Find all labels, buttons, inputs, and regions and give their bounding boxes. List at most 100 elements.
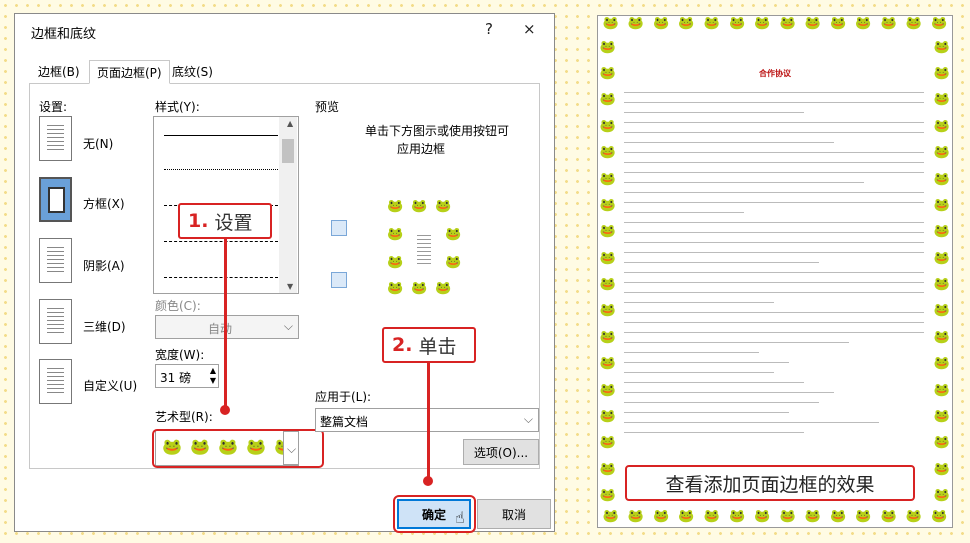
- dialog-title: 边框和底纹: [31, 27, 97, 42]
- frog-icon: 🐸: [387, 281, 404, 296]
- cancel-button[interactable]: 取消: [477, 499, 551, 529]
- frog-icon: 🐸: [880, 509, 897, 524]
- setting-none[interactable]: 无(N): [83, 135, 113, 152]
- frog-icon: 🐸: [602, 16, 619, 31]
- highlight-art: [152, 429, 324, 468]
- frog-icon: 🐸: [933, 329, 951, 345]
- callout-step-2-number: 2.: [392, 334, 413, 356]
- preview-hint-2: 应用边框: [397, 142, 446, 156]
- color-label: 颜色(C):: [155, 299, 201, 313]
- help-button[interactable]: ?: [485, 20, 493, 38]
- frog-icon: 🐸: [933, 145, 951, 161]
- frog-icon: 🐸: [599, 118, 617, 134]
- frog-icon: 🐸: [599, 303, 617, 319]
- frog-icon: 🐸: [435, 281, 452, 296]
- document-title: 合作协议: [759, 69, 791, 78]
- frog-icon: 🐸: [599, 488, 617, 504]
- frog-icon: 🐸: [728, 509, 746, 524]
- scroll-down-icon[interactable]: ▼: [287, 282, 293, 291]
- frog-icon: 🐸: [602, 509, 619, 524]
- frog-icon: 🐸: [933, 118, 951, 134]
- setting-box[interactable]: 方框(X): [83, 195, 125, 212]
- frog-icon: 🐸: [933, 435, 951, 451]
- style-label: 样式(Y):: [155, 100, 200, 114]
- frog-icon: 🐸: [779, 16, 796, 31]
- frog-icon: 🐸: [678, 509, 695, 524]
- frog-icon: 🐸: [599, 329, 617, 345]
- apply-value: 整篇文档: [320, 415, 369, 429]
- frog-icon: 🐸: [933, 171, 951, 187]
- callout-connector-1: [224, 239, 227, 409]
- frog-icon: 🐸: [933, 250, 951, 266]
- tab-shading[interactable]: 底纹(S): [165, 60, 220, 84]
- setting-box-icon[interactable]: [39, 177, 72, 222]
- frog-icon: 🐸: [411, 199, 428, 214]
- frog-icon: 🐸: [599, 277, 617, 293]
- frog-icon: 🐸: [435, 199, 452, 214]
- callout-step-2-text: 单击: [418, 335, 457, 358]
- frog-icon: 🐸: [905, 16, 923, 31]
- preview-page[interactable]: 🐸 🐸 🐸 🐸 🐸 🐸 🐸 🐸 🐸 🐸: [387, 199, 463, 299]
- callout-dot-1: [220, 405, 230, 415]
- frog-icon: 🐸: [387, 227, 404, 242]
- settings-label: 设置:: [39, 100, 68, 114]
- frog-icon: 🐸: [933, 356, 951, 372]
- frog-icon: 🐸: [678, 16, 695, 31]
- frog-icon: 🐸: [933, 277, 951, 293]
- frog-icon: 🐸: [599, 461, 617, 477]
- frog-icon: 🐸: [933, 488, 951, 504]
- setting-none-icon[interactable]: [39, 116, 72, 161]
- color-dropdown[interactable]: 自动 ⌵: [155, 315, 299, 339]
- setting-custom[interactable]: 自定义(U): [83, 377, 137, 394]
- frog-icon: 🐸: [387, 199, 404, 214]
- cursor-icon: ☝: [455, 508, 465, 527]
- frog-icon: 🐸: [653, 16, 670, 31]
- frog-icon: 🐸: [599, 224, 617, 240]
- frog-icon: 🐸: [933, 92, 951, 108]
- bottom-border-button[interactable]: [331, 272, 347, 288]
- chevron-down-icon: ⌵: [523, 412, 533, 426]
- setting-shadow-icon[interactable]: [39, 238, 72, 283]
- stepper-down-icon[interactable]: ▼: [210, 376, 216, 385]
- stepper-up-icon[interactable]: ▲: [210, 366, 216, 375]
- frog-icon: 🐸: [905, 509, 923, 524]
- frog-icon: 🐸: [599, 171, 617, 187]
- frog-icon: 🐸: [703, 16, 720, 31]
- setting-3d[interactable]: 三维(D): [83, 318, 126, 335]
- setting-shadow[interactable]: 阴影(A): [83, 257, 125, 274]
- tab-page-border[interactable]: 页面边框(P): [89, 60, 170, 84]
- setting-custom-icon[interactable]: [39, 359, 72, 404]
- frog-icon: 🐸: [933, 39, 951, 55]
- frog-icon: 🐸: [599, 408, 617, 424]
- color-value: 自动: [208, 322, 233, 336]
- top-border-button[interactable]: [331, 220, 347, 236]
- scroll-up-icon[interactable]: ▲: [287, 119, 293, 128]
- frog-icon: 🐸: [933, 197, 951, 213]
- frog-icon: 🐸: [933, 224, 951, 240]
- callout-connector-2: [427, 363, 430, 478]
- frog-icon: 🐸: [931, 509, 948, 524]
- options-button[interactable]: 选项(O)...: [463, 439, 539, 465]
- callout-step-1-number: 1.: [188, 210, 209, 232]
- style-scrollbar[interactable]: [279, 117, 297, 293]
- frog-icon: 🐸: [445, 255, 462, 270]
- width-stepper[interactable]: 31 磅 ▲ ▼: [155, 364, 219, 388]
- tab-borders[interactable]: 边框(B): [31, 60, 87, 84]
- frog-icon: 🐸: [599, 356, 617, 372]
- close-icon[interactable]: ×: [523, 20, 536, 38]
- page-border-right: 🐸 🐸 🐸 🐸 🐸 🐸 🐸 🐸 🐸 🐸 🐸 🐸 🐸 🐸 🐸 🐸 🐸 🐸: [934, 34, 950, 509]
- page-border-bottom: 🐸 🐸 🐸 🐸 🐸 🐸 🐸 🐸 🐸 🐸 🐸 🐸 🐸 🐸: [598, 509, 952, 527]
- frog-icon: 🐸: [599, 92, 617, 108]
- frog-icon: 🐸: [445, 227, 462, 242]
- width-value: 31 磅: [160, 371, 192, 385]
- frog-icon: 🐸: [933, 303, 951, 319]
- frog-icon: 🐸: [599, 250, 617, 266]
- chevron-down-icon: ⌵: [283, 319, 293, 333]
- frog-icon: 🐸: [754, 509, 771, 524]
- preview-label: 预览: [315, 100, 340, 114]
- setting-3d-icon[interactable]: [39, 299, 72, 344]
- callout-step-2: 2. 单击: [382, 327, 476, 363]
- art-label: 艺术型(R):: [155, 410, 213, 424]
- frog-icon: 🐸: [653, 509, 670, 524]
- width-label: 宽度(W):: [155, 348, 205, 362]
